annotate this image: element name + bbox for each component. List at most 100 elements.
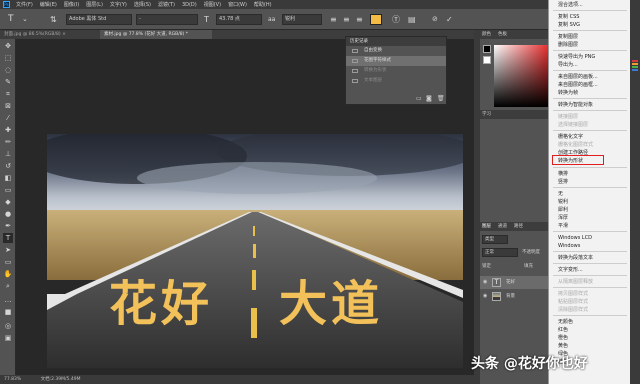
quick-select-tool-icon[interactable]: ✎ [3, 77, 13, 87]
text-color-swatch[interactable] [370, 14, 382, 25]
character-panel-icon[interactable]: ▤ [408, 14, 416, 25]
menu-item-vertical[interactable]: 竖排 [558, 179, 628, 185]
type-tool-icon[interactable]: T [8, 14, 14, 25]
menu-item-convert-smart-object[interactable]: 转换为智能对象 [558, 102, 628, 108]
crop-tool-icon[interactable]: ⌗ [3, 89, 13, 99]
menu-item-paste-layer-style[interactable]: 粘贴图层样式 [558, 299, 628, 305]
font-style-select[interactable]: - [136, 14, 198, 25]
align-center-icon[interactable]: ≡ [343, 14, 350, 25]
visibility-eye-icon[interactable]: ◉ [483, 280, 489, 285]
menu-item-rasterize-type[interactable]: 栅格化文字 [558, 134, 628, 140]
layer-row[interactable]: ◉ T 花好 [480, 276, 548, 289]
menu-item-blending-options[interactable]: 混合选项... [558, 2, 628, 8]
menu-item-quick-export[interactable]: 快速导出为 PNG [558, 54, 628, 60]
frame-tool-icon[interactable]: ⊠ [3, 101, 13, 111]
menu-select[interactable]: 选择(S) [134, 1, 151, 8]
menu-item-windows-lcd[interactable]: Windows LCD [558, 235, 628, 241]
tab-channels[interactable]: 通道 [498, 222, 507, 231]
canvas-text-right[interactable]: 大道 [279, 277, 383, 331]
history-item[interactable]: 自由变换 [346, 46, 446, 56]
document-image[interactable]: 花好 大道 [47, 134, 463, 368]
visibility-eye-icon[interactable]: ◉ [483, 294, 489, 299]
history-item[interactable]: 转换为形状 [346, 66, 446, 76]
menu-item-horizontal[interactable]: 横排 [558, 171, 628, 177]
menu-item-release-isolation[interactable]: 从隔离图层释放 [558, 279, 628, 285]
tab-color[interactable]: 颜色 [482, 30, 491, 39]
menu-item-clear-layer-style[interactable]: 清除图层样式 [558, 307, 628, 313]
tab-learn[interactable]: 学习 [482, 110, 491, 119]
menu-item-color-red[interactable]: 红色 [558, 327, 628, 333]
marquee-tool-icon[interactable]: ⬚ [3, 53, 13, 63]
foreground-color-icon[interactable]: ■ [3, 307, 13, 317]
pen-tool-icon[interactable]: ✒ [3, 221, 13, 231]
stamp-tool-icon[interactable]: ⊥ [3, 149, 13, 159]
menu-item-warp-text[interactable]: 文字变形... [558, 267, 628, 273]
menu-item-color-none[interactable]: 无颜色 [558, 319, 628, 325]
layer-row[interactable]: ◉ 背景 [480, 290, 548, 303]
path-select-tool-icon[interactable]: ➤ [3, 245, 13, 255]
screen-mode-icon[interactable]: ▣ [3, 333, 13, 343]
zoom-tool-icon[interactable]: ⌕ [3, 281, 13, 291]
canvas-text-left[interactable]: 花好 [109, 277, 213, 331]
chevron-down-icon[interactable]: ⌄ [22, 14, 28, 25]
menu-edit[interactable]: 编辑(E) [40, 1, 57, 8]
brush-tool-icon[interactable]: ✏ [3, 137, 13, 147]
menu-layer[interactable]: 图层(L) [86, 1, 103, 8]
menu-file[interactable]: 文件(F) [16, 1, 33, 8]
background-swatch[interactable] [483, 56, 491, 64]
menu-item-windows[interactable]: Windows [558, 243, 628, 249]
menu-item-color-orange[interactable]: 橙色 [558, 335, 628, 341]
font-family-select[interactable]: Adobe 黑体 Std [66, 14, 132, 25]
new-document-icon[interactable]: ▭ [416, 95, 422, 102]
toggle-orientation-icon[interactable]: ⇅ [50, 14, 57, 25]
menu-item-rasterize-style[interactable]: 栅格化图层样式 [558, 142, 628, 148]
menu-item-aa-none[interactable]: 无 [558, 191, 628, 197]
more-tools-icon[interactable]: … [3, 295, 13, 305]
lasso-tool-icon[interactable]: ◌ [3, 65, 13, 75]
tab-cover[interactable]: 封面.jpg @ 86.5%(RGB/8) × [0, 30, 100, 39]
trash-icon[interactable]: 🗑 [437, 95, 445, 102]
menu-item-select-linked[interactable]: 选择链接图层 [558, 122, 628, 128]
type-tool-icon[interactable]: T [3, 233, 13, 243]
align-right-icon[interactable]: ≡ [356, 14, 363, 25]
layer-filter-select[interactable]: 类型 [482, 235, 508, 244]
menu-item-delete-layer[interactable]: 删除图层 [558, 42, 628, 48]
menu-item-color-yellow[interactable]: 黄色 [558, 343, 628, 349]
menu-type[interactable]: 文字(Y) [110, 1, 127, 8]
menu-item-copy-svg[interactable]: 复制 SVG [558, 22, 628, 28]
menu-filter[interactable]: 滤镜(T) [158, 1, 175, 8]
menu-item-convert-to-frame[interactable]: 转换为帧 [558, 90, 628, 96]
history-panel-title[interactable]: 历史记录 [346, 37, 446, 46]
tab-paths[interactable]: 路径 [514, 222, 523, 231]
history-item[interactable]: 文本图层 [346, 76, 446, 86]
quick-mask-icon[interactable]: ◎ [3, 321, 13, 331]
menu-item-aa-sharp[interactable]: 锐利 [558, 199, 628, 205]
tab-swatches[interactable]: 色板 [498, 30, 507, 39]
eraser-tool-icon[interactable]: ◧ [3, 173, 13, 183]
dodge-tool-icon[interactable]: ● [3, 209, 13, 219]
menu-window[interactable]: 窗口(W) [228, 1, 247, 8]
menu-3d[interactable]: 3D(D) [182, 2, 197, 8]
foreground-swatch[interactable] [483, 45, 491, 53]
menu-item-aa-strong[interactable]: 浑厚 [558, 215, 628, 221]
eyedropper-tool-icon[interactable]: ⁄ [3, 113, 13, 123]
history-brush-tool-icon[interactable]: ↺ [3, 161, 13, 171]
menu-item-frame-from-layers[interactable]: 来自图层的画框... [558, 82, 628, 88]
zoom-level[interactable]: 77.83% [4, 377, 21, 382]
menu-help[interactable]: 帮助(H) [254, 1, 272, 8]
commit-icon[interactable]: ✓ [446, 14, 453, 25]
blur-tool-icon[interactable]: ◆ [3, 197, 13, 207]
menu-item-aa-crisp[interactable]: 犀利 [558, 207, 628, 213]
history-item[interactable]: 花图字符样式 [346, 56, 446, 66]
shape-tool-icon[interactable]: ▭ [3, 257, 13, 267]
menu-item-copy-css[interactable]: 复制 CSS [558, 14, 628, 20]
color-picker-field[interactable] [494, 45, 548, 107]
blend-mode-select[interactable]: 正常 [482, 248, 518, 257]
menu-item-link-layers[interactable]: 链接图层 [558, 114, 628, 120]
snapshot-icon[interactable]: ◙ [426, 95, 432, 102]
move-tool-icon[interactable]: ✥ [3, 41, 13, 51]
cancel-icon[interactable]: ⊘ [432, 14, 438, 25]
antialias-select[interactable]: 锐利 [282, 14, 322, 25]
font-size-field[interactable]: 43.78 点 [216, 14, 262, 25]
tab-material[interactable]: 素材.jpg @ 77.8% (花好 大道, RGB/8) * [100, 30, 212, 39]
